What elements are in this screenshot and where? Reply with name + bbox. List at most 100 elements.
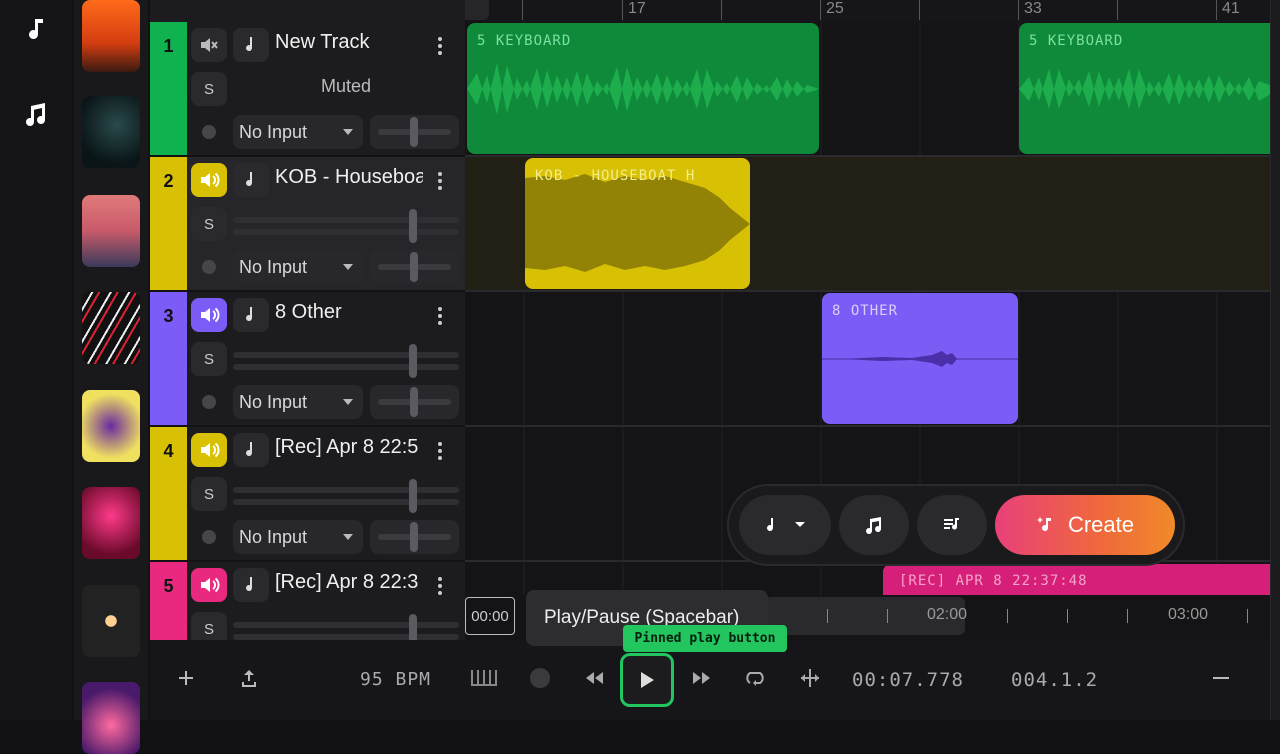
pan-slider[interactable]	[370, 385, 459, 419]
track-number: 1	[150, 22, 187, 155]
ruler-tick	[919, 0, 920, 20]
solo-button[interactable]: S	[191, 342, 227, 376]
pan-slider[interactable]	[370, 520, 459, 554]
audio-clip[interactable]: KOB - HOUSEBOAT H	[525, 158, 750, 289]
track-header[interactable]: 3 8 Other S No Input	[150, 292, 465, 427]
track-name[interactable]: [Rec] Apr 8 22:3	[275, 571, 423, 594]
mini-start-time[interactable]: 00:00	[465, 597, 515, 635]
loop-button[interactable]	[736, 658, 776, 698]
volume-slider[interactable]	[233, 614, 459, 640]
track-name[interactable]: KOB - Houseboat	[275, 166, 423, 189]
zoom-out-button[interactable]	[1201, 658, 1241, 698]
transport-bar: 95 BPM 00:07.778 004.1.2	[150, 640, 1270, 720]
music-notes-icon[interactable]	[20, 98, 52, 130]
track-header[interactable]: 5 [Rec] Apr 8 22:3 S	[150, 562, 465, 640]
project-thumbnail[interactable]	[82, 682, 140, 754]
mute-button[interactable]	[191, 163, 227, 197]
audio-clip[interactable]: 5 KEYBOARD	[1019, 23, 1270, 154]
mute-button[interactable]	[191, 298, 227, 332]
track-menu-icon[interactable]	[432, 304, 448, 328]
mute-button[interactable]	[191, 433, 227, 467]
instrument-menu-button[interactable]	[739, 495, 831, 555]
mini-tick	[1007, 609, 1008, 623]
record-arm-button[interactable]	[191, 385, 227, 419]
ruler-corner	[465, 0, 489, 20]
loop-icon	[746, 672, 764, 686]
audio-clip[interactable]: 5 KEYBOARD	[467, 23, 819, 154]
track-menu-icon[interactable]	[432, 439, 448, 463]
add-track-button[interactable]	[166, 658, 206, 698]
track-menu-icon[interactable]	[432, 169, 448, 193]
ruler-tick	[522, 0, 523, 20]
track-type-button[interactable]	[233, 433, 269, 467]
ruler-label: 25	[826, 0, 844, 17]
track-number: 2	[150, 157, 187, 290]
playlist-button[interactable]	[917, 495, 987, 555]
record-arm-button[interactable]	[191, 520, 227, 554]
input-select[interactable]: No Input	[233, 250, 363, 284]
audio-clip[interactable]: 8 OTHER	[822, 293, 1018, 424]
play-pause-button[interactable]	[620, 653, 674, 707]
input-select[interactable]: No Input	[233, 115, 363, 149]
rewind-button[interactable]	[574, 658, 614, 698]
clip-label: [REC] APR 8 22:37:48	[899, 573, 1088, 589]
snap-button[interactable]	[790, 658, 830, 698]
solo-button[interactable]: S	[191, 207, 227, 241]
track-name[interactable]: New Track	[275, 31, 423, 54]
track-type-button[interactable]	[233, 163, 269, 197]
track-name[interactable]: 8 Other	[275, 301, 423, 324]
record-arm-button[interactable]	[191, 115, 227, 149]
right-panel-edge[interactable]	[1270, 0, 1280, 720]
fast-forward-button[interactable]	[682, 658, 722, 698]
pan-slider[interactable]	[370, 115, 459, 149]
ruler-tick	[622, 0, 623, 20]
volume-slider[interactable]	[233, 209, 459, 243]
track-name[interactable]: [Rec] Apr 8 22:5	[275, 436, 423, 459]
muted-status: Muted	[320, 76, 372, 96]
mute-button[interactable]	[191, 568, 227, 602]
track-header[interactable]: 2 KOB - Houseboat S No Input	[150, 157, 465, 292]
create-button[interactable]: Create	[995, 495, 1175, 555]
bpm-display[interactable]: 95 BPM	[360, 669, 431, 690]
project-thumbnail[interactable]	[82, 585, 140, 657]
ruler-tick	[820, 0, 821, 20]
volume-slider[interactable]	[233, 344, 459, 378]
solo-button[interactable]: S	[191, 612, 227, 640]
plus-icon	[179, 671, 193, 685]
track-type-button[interactable]	[233, 298, 269, 332]
input-select[interactable]: No Input	[233, 520, 363, 554]
record-button[interactable]	[520, 658, 560, 698]
project-thumbnail[interactable]	[82, 195, 140, 267]
solo-button[interactable]: S	[191, 477, 227, 511]
time-display[interactable]: 00:07.778	[852, 669, 964, 691]
track-type-button[interactable]	[233, 28, 269, 62]
bar-position-display[interactable]: 004.1.2	[1011, 669, 1098, 691]
track-header[interactable]: 4 [Rec] Apr 8 22:5 S No Input	[150, 427, 465, 562]
project-thumbnail[interactable]	[82, 0, 140, 72]
chevron-down-icon	[343, 534, 353, 540]
music-button[interactable]	[839, 495, 909, 555]
project-thumbnail[interactable]	[82, 96, 140, 168]
ruler-tick	[1216, 0, 1217, 20]
mini-time-label: 02:00	[927, 606, 968, 623]
speaker-icon	[201, 172, 220, 188]
mute-button[interactable]	[191, 28, 227, 62]
timeline-ruler[interactable]: 17 25 33 41	[465, 0, 1270, 22]
music-note-icon	[246, 442, 253, 457]
music-note-icon[interactable]	[20, 14, 52, 46]
track-header[interactable]: 1 New Track S Muted No Input	[150, 22, 465, 157]
volume-slider[interactable]	[233, 479, 459, 513]
track-menu-icon[interactable]	[432, 574, 448, 598]
track-type-button[interactable]	[233, 568, 269, 602]
upload-icon	[242, 670, 256, 687]
record-arm-button[interactable]	[191, 250, 227, 284]
project-thumbnail[interactable]	[82, 292, 140, 364]
project-thumbnail[interactable]	[82, 390, 140, 462]
solo-button[interactable]: S	[191, 72, 227, 106]
export-button[interactable]	[229, 658, 269, 698]
pan-slider[interactable]	[370, 250, 459, 284]
metronome-button[interactable]	[464, 658, 504, 698]
input-select[interactable]: No Input	[233, 385, 363, 419]
project-thumbnail[interactable]	[82, 487, 140, 559]
track-menu-icon[interactable]	[432, 34, 448, 58]
